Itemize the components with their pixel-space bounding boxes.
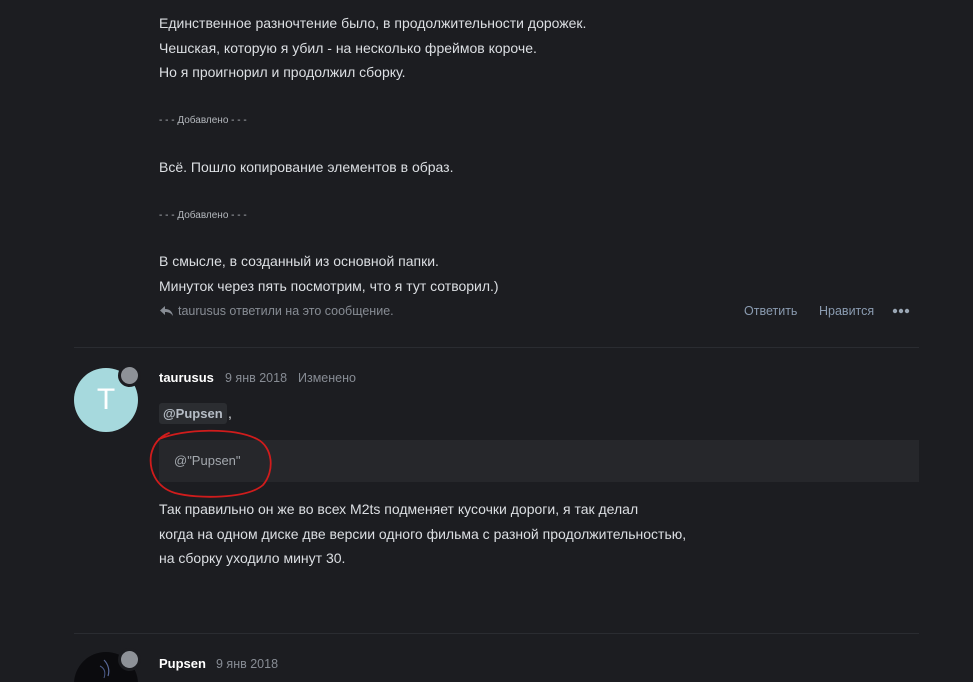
post-text-line: Минуток через пять посмотрим, что я тут …: [159, 278, 499, 294]
added-separator: - - - Добавлено - - -: [159, 210, 247, 221]
forum-thread: Единственное разночтение было, в продолж…: [0, 0, 973, 682]
post-text-line: Всё. Пошло копирование элементов в образ…: [159, 159, 454, 175]
post-text-line: на сборку уходило минут 30.: [159, 550, 346, 566]
author-name[interactable]: Pupsen: [159, 656, 206, 672]
post-text-line: Единственное разночтение было, в продолж…: [159, 15, 587, 31]
reply-button[interactable]: Ответить: [744, 303, 797, 319]
like-button[interactable]: Нравится: [819, 303, 874, 319]
reply-note-text: taurusus ответили на это сообщение.: [178, 304, 394, 318]
reply-note[interactable]: taurusus ответили на это сообщение.: [159, 303, 394, 319]
presence-indicator: [118, 364, 141, 387]
presence-indicator: [118, 648, 141, 671]
author-name[interactable]: taurusus: [159, 370, 214, 386]
red-circle-annotation: [149, 429, 272, 498]
post-text-line: когда на одном диске две версии одного ф…: [159, 526, 687, 542]
post-text-line: Чешская, которую я убил - на несколько ф…: [159, 40, 537, 56]
post-text-line: Так правильно он же во всех M2ts подменя…: [159, 501, 639, 517]
edited-label[interactable]: Изменено: [298, 370, 356, 386]
post-date[interactable]: 9 янв 2018: [216, 656, 278, 672]
post-text-line: В смысле, в созданный из основной папки.: [159, 253, 439, 269]
mention-comma: ,: [228, 405, 232, 421]
post-divider: [74, 633, 919, 634]
reply-arrow-icon: [160, 306, 173, 316]
post-date[interactable]: 9 янв 2018: [225, 370, 287, 386]
user-mention[interactable]: @Pupsen: [159, 403, 227, 424]
ellipsis-icon[interactable]: [892, 306, 910, 316]
added-separator: - - - Добавлено - - -: [159, 115, 247, 126]
post-divider: [74, 347, 919, 348]
post-text-line: Но я проигнорил и продолжил сборку.: [159, 64, 406, 80]
